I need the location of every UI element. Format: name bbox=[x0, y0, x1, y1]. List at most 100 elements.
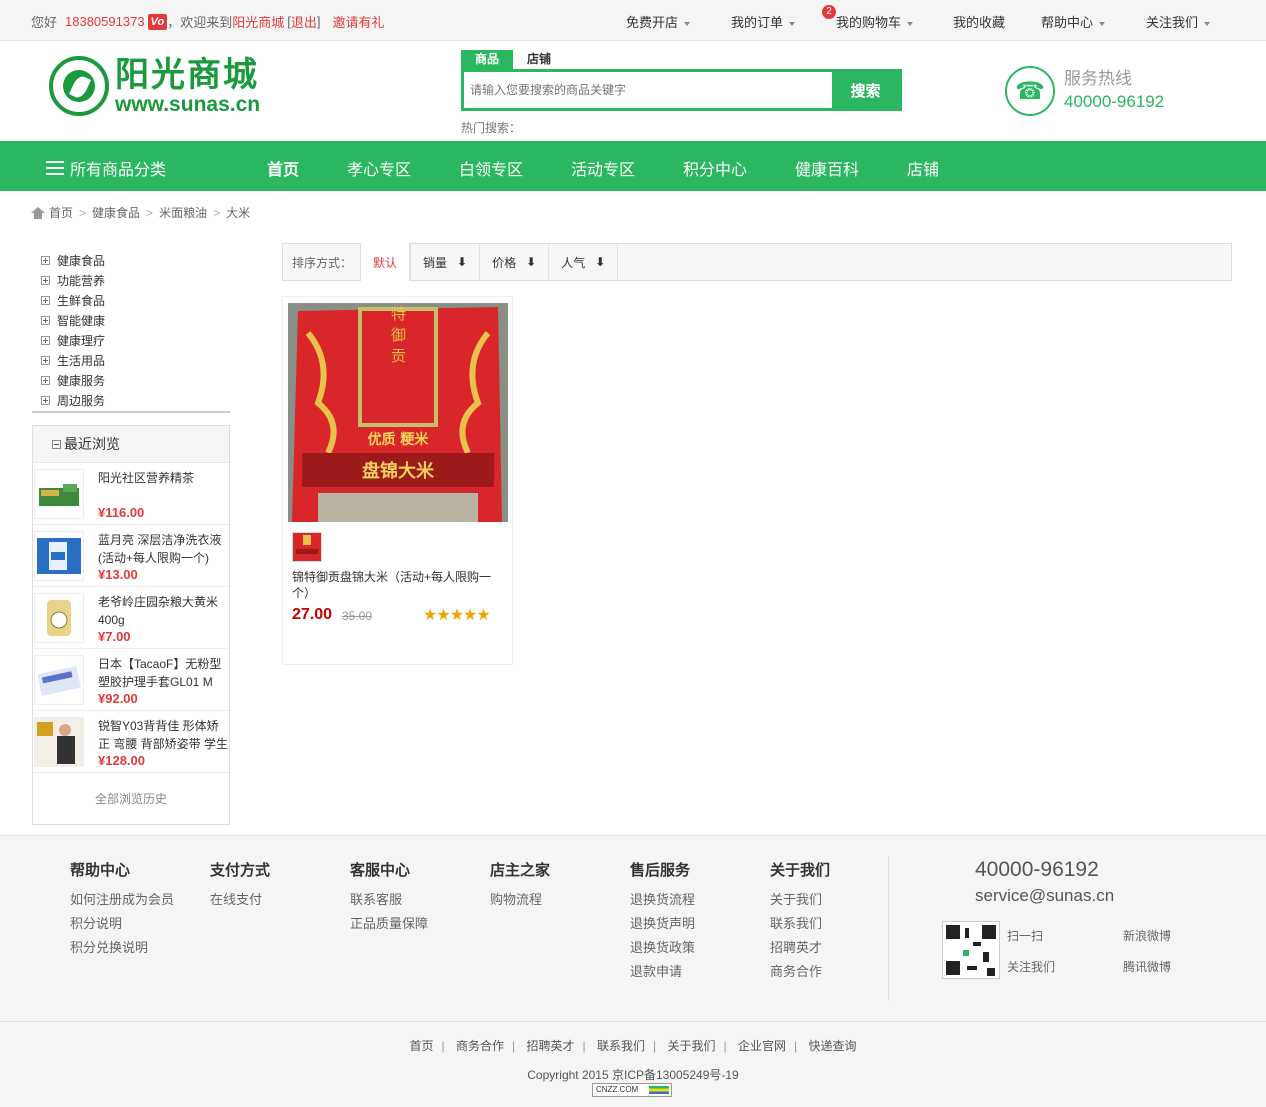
footer-link[interactable]: 退换货声明 bbox=[630, 912, 695, 936]
category-item[interactable]: 周边服务 bbox=[41, 390, 105, 410]
footer-link[interactable]: 退款申请 bbox=[630, 960, 695, 984]
footer-link[interactable]: 积分兑换说明 bbox=[70, 936, 174, 960]
tencent-weibo-link[interactable]: 腾讯微博 bbox=[1123, 958, 1171, 975]
product-thumbnail[interactable] bbox=[34, 655, 84, 705]
recent-item[interactable]: 老爷岭庄园杂粮大黄米400g ¥7.00 bbox=[33, 587, 229, 649]
expand-icon[interactable] bbox=[41, 335, 50, 345]
sina-weibo-link[interactable]: 新浪微博 bbox=[1123, 927, 1171, 944]
product-thumbnail[interactable] bbox=[34, 593, 84, 643]
my-orders-menu[interactable]: 我的订单 bbox=[731, 12, 796, 31]
expand-icon[interactable] bbox=[41, 295, 50, 305]
favorites-link[interactable]: 我的收藏 bbox=[953, 12, 1005, 31]
all-history-link[interactable]: 全部浏览历史 bbox=[33, 790, 229, 807]
bottom-link-corporate[interactable]: 企业官网 bbox=[738, 1039, 786, 1053]
search-tab-goods[interactable]: 商品 bbox=[461, 50, 513, 69]
footer-link[interactable]: 在线支付 bbox=[210, 888, 270, 912]
cnzz-badge[interactable]: CNZZ.COM bbox=[592, 1083, 672, 1097]
footer-link[interactable]: 商务合作 bbox=[770, 960, 830, 984]
recent-item[interactable]: 锐智Y03背背佳 形体矫正 弯腰 背部矫姿带 学生 ¥128.00 bbox=[33, 711, 229, 773]
search-tab-shops[interactable]: 店铺 bbox=[513, 50, 565, 69]
expand-icon[interactable] bbox=[41, 255, 50, 265]
expand-icon[interactable] bbox=[41, 375, 50, 385]
product-variant-thumbnail[interactable] bbox=[292, 532, 322, 562]
site-name-link[interactable]: 阳光商城 bbox=[232, 12, 284, 31]
recently-viewed-header[interactable]: 最近浏览 bbox=[33, 426, 229, 463]
breadcrumb-rice[interactable]: 大米 bbox=[226, 204, 250, 221]
category-item[interactable]: 健康服务 bbox=[41, 370, 105, 390]
bottom-link-about[interactable]: 关于我们 bbox=[667, 1039, 715, 1053]
nav-item-filial[interactable]: 孝心专区 bbox=[347, 156, 411, 180]
nav-item-whitecollar[interactable]: 白领专区 bbox=[459, 156, 523, 180]
breadcrumb-home[interactable]: 首页 bbox=[49, 204, 73, 221]
open-shop-menu[interactable]: 免费开店 bbox=[626, 12, 691, 31]
breadcrumb-grain-oil[interactable]: 米面粮油 bbox=[159, 204, 207, 221]
user-phone-link[interactable]: 18380591373 bbox=[65, 14, 145, 29]
main-nav: 所有商品分类 首页 孝心专区 白领专区 活动专区 积分中心 健康百科 店铺 bbox=[0, 141, 1266, 191]
category-item[interactable]: 健康食品 bbox=[41, 250, 105, 270]
help-menu[interactable]: 帮助中心 bbox=[1041, 12, 1106, 31]
recent-item-name[interactable]: 蓝月亮 深层洁净洗衣液(活动+每人限购一个) bbox=[98, 531, 230, 567]
recent-item-name[interactable]: 老爷岭庄园杂粮大黄米400g bbox=[98, 593, 230, 629]
recent-item-name[interactable]: 阳光社区营养精茶 bbox=[98, 469, 230, 487]
expand-icon[interactable] bbox=[41, 315, 50, 325]
bottom-link-jobs[interactable]: 招聘英才 bbox=[527, 1039, 575, 1053]
sort-price[interactable]: 价格 ⬇ bbox=[479, 244, 548, 280]
expand-icon[interactable] bbox=[41, 355, 50, 365]
nav-item-health-wiki[interactable]: 健康百科 bbox=[795, 156, 859, 180]
expand-icon[interactable] bbox=[41, 395, 50, 405]
recent-item-name[interactable]: 锐智Y03背背佳 形体矫正 弯腰 背部矫姿带 学生 bbox=[98, 717, 230, 753]
category-item[interactable]: 生鲜食品 bbox=[41, 290, 105, 310]
search-input[interactable] bbox=[464, 72, 832, 108]
product-image[interactable]: 锦特御贡 优质 粳米 盘锦大米 bbox=[288, 303, 508, 522]
category-label: 生鲜食品 bbox=[57, 293, 106, 308]
welcome-text: ，欢迎来到 bbox=[167, 15, 233, 30]
bottom-link-contact[interactable]: 联系我们 bbox=[597, 1039, 645, 1053]
sort-default[interactable]: 默认 bbox=[360, 243, 411, 281]
bottom-link-home[interactable]: 首页 bbox=[410, 1039, 434, 1053]
category-label: 健康食品 bbox=[57, 253, 106, 268]
footer-link[interactable]: 关于我们 bbox=[770, 888, 830, 912]
footer-link[interactable]: 积分说明 bbox=[70, 912, 174, 936]
sort-sales-label: 销量 bbox=[423, 255, 448, 270]
all-categories-button[interactable]: 所有商品分类 bbox=[46, 156, 166, 180]
site-logo[interactable]: 阳光商城 www.sunas.cn bbox=[49, 56, 260, 116]
footer-link[interactable]: 购物流程 bbox=[490, 888, 550, 912]
nav-item-activity[interactable]: 活动专区 bbox=[571, 156, 635, 180]
recent-item[interactable]: 蓝月亮 深层洁净洗衣液(活动+每人限购一个) ¥13.00 bbox=[33, 525, 229, 587]
expand-icon[interactable] bbox=[41, 275, 50, 285]
invite-link[interactable]: 邀请有礼 bbox=[333, 12, 385, 31]
category-item[interactable]: 生活用品 bbox=[41, 350, 105, 370]
product-thumbnail[interactable] bbox=[34, 469, 84, 519]
product-name[interactable]: 锦特御贡盘锦大米（活动+每人限购一个） bbox=[292, 569, 502, 601]
footer-link[interactable]: 如何注册成为会员 bbox=[70, 888, 174, 912]
logout-link[interactable]: 退出 bbox=[291, 12, 317, 31]
product-thumbnail[interactable] bbox=[34, 531, 84, 581]
category-item[interactable]: 智能健康 bbox=[41, 310, 105, 330]
footer-link[interactable]: 联系客服 bbox=[350, 888, 428, 912]
cart-menu[interactable]: 2 我的购物车 bbox=[822, 5, 914, 31]
collapse-icon[interactable] bbox=[52, 439, 61, 449]
footer-link[interactable]: 退换货流程 bbox=[630, 888, 695, 912]
breadcrumb-health-food[interactable]: 健康食品 bbox=[92, 204, 140, 221]
follow-menu[interactable]: 关注我们 bbox=[1146, 12, 1211, 31]
nav-item-shops[interactable]: 店铺 bbox=[907, 156, 939, 180]
footer-link[interactable]: 正品质量保障 bbox=[350, 912, 428, 936]
product-thumbnail[interactable] bbox=[34, 717, 84, 767]
bottom-link-business[interactable]: 商务合作 bbox=[456, 1039, 504, 1053]
footer-link[interactable]: 联系我们 bbox=[770, 912, 830, 936]
recent-item[interactable]: 阳光社区营养精茶 ¥116.00 bbox=[33, 463, 229, 525]
greeting-text: 您好 bbox=[31, 15, 58, 30]
footer-link[interactable]: 退换货政策 bbox=[630, 936, 695, 960]
category-item[interactable]: 健康理疗 bbox=[41, 330, 105, 350]
bottom-link-express[interactable]: 快递查询 bbox=[808, 1039, 856, 1053]
recent-item[interactable]: 日本【TacaoF】无粉型塑胶护理手套GL01 M ¥92.00 bbox=[33, 649, 229, 711]
recent-item-name[interactable]: 日本【TacaoF】无粉型塑胶护理手套GL01 M bbox=[98, 655, 230, 691]
sort-sales[interactable]: 销量 ⬇ bbox=[410, 244, 479, 280]
footer-link[interactable]: 招聘英才 bbox=[770, 936, 830, 960]
category-item[interactable]: 功能营养 bbox=[41, 270, 105, 290]
nav-item-home[interactable]: 首页 bbox=[267, 156, 299, 180]
sort-popularity[interactable]: 人气 ⬇ bbox=[548, 244, 619, 280]
recent-item-price: ¥92.00 bbox=[98, 691, 138, 706]
nav-item-points[interactable]: 积分中心 bbox=[683, 156, 747, 180]
search-button[interactable]: 搜索 bbox=[832, 72, 899, 108]
